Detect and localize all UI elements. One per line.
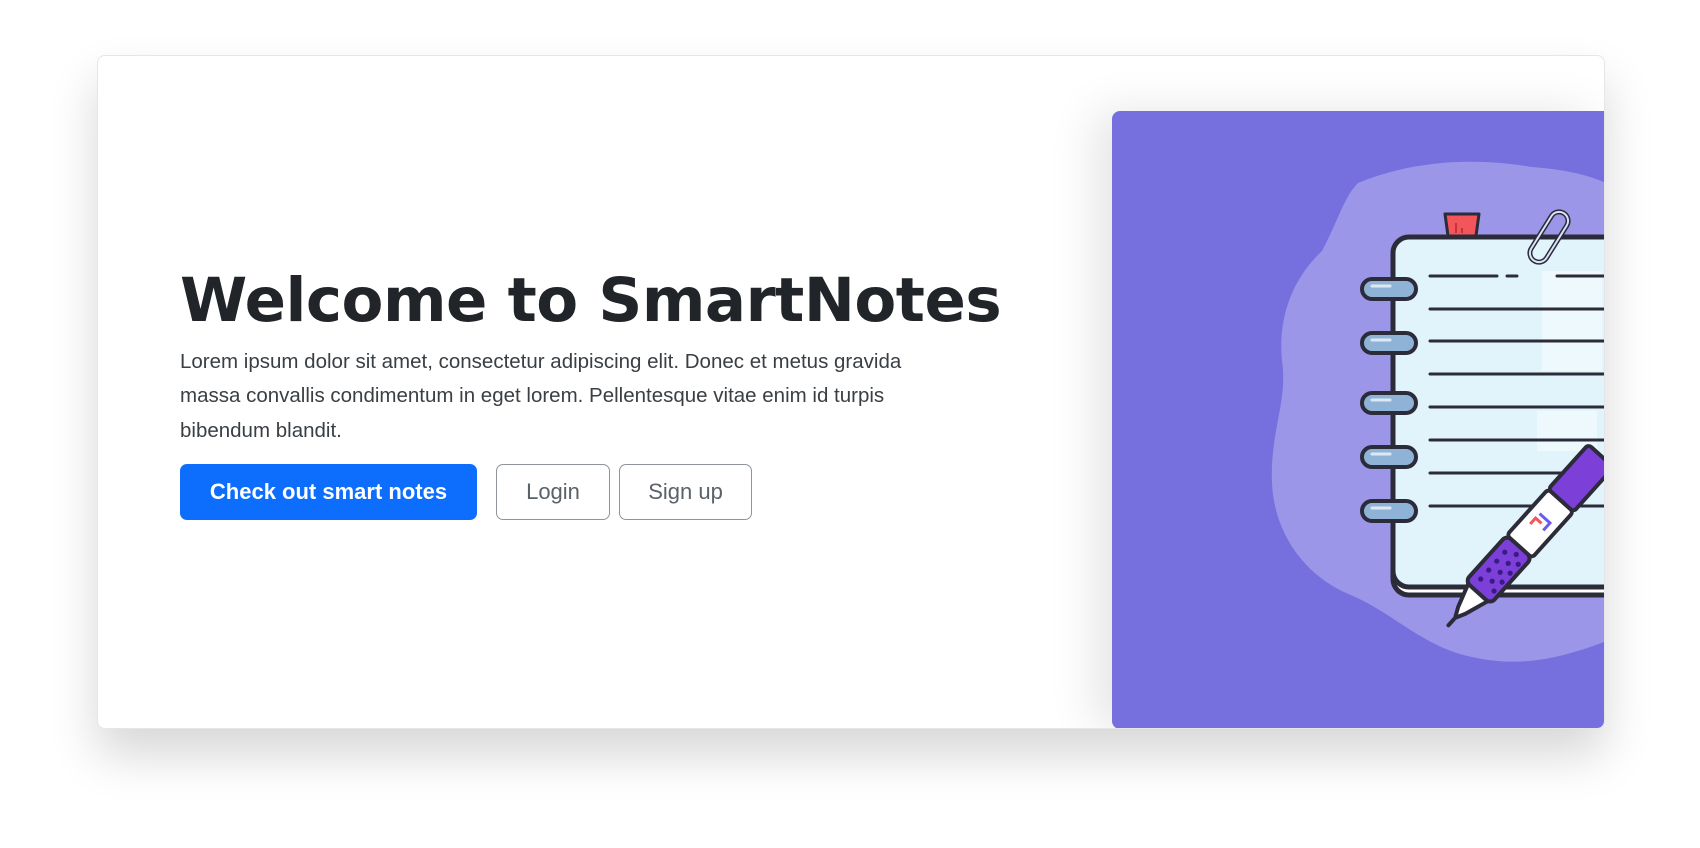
page-title: Welcome to SmartNotes bbox=[180, 265, 1002, 336]
hero-description: Lorem ipsum dolor sit amet, consectetur … bbox=[180, 349, 902, 442]
notebook-with-pen-illustration bbox=[1271, 161, 1604, 662]
page: Welcome to SmartNotes Lorem ipsum dolor … bbox=[0, 0, 1700, 848]
notebook-icon bbox=[1360, 234, 1604, 598]
check-out-smart-notes-button[interactable]: Check out smart notes bbox=[180, 464, 477, 521]
signup-button[interactable]: Sign up bbox=[619, 464, 752, 521]
hero-content: Welcome to SmartNotes Lorem ipsum dolor … bbox=[180, 265, 1002, 521]
hero-card: Welcome to SmartNotes Lorem ipsum dolor … bbox=[97, 55, 1605, 729]
hero-actions: Check out smart notes Login Sign up bbox=[180, 464, 940, 521]
login-button[interactable]: Login bbox=[496, 464, 610, 521]
hero-illustration bbox=[1112, 111, 1604, 728]
